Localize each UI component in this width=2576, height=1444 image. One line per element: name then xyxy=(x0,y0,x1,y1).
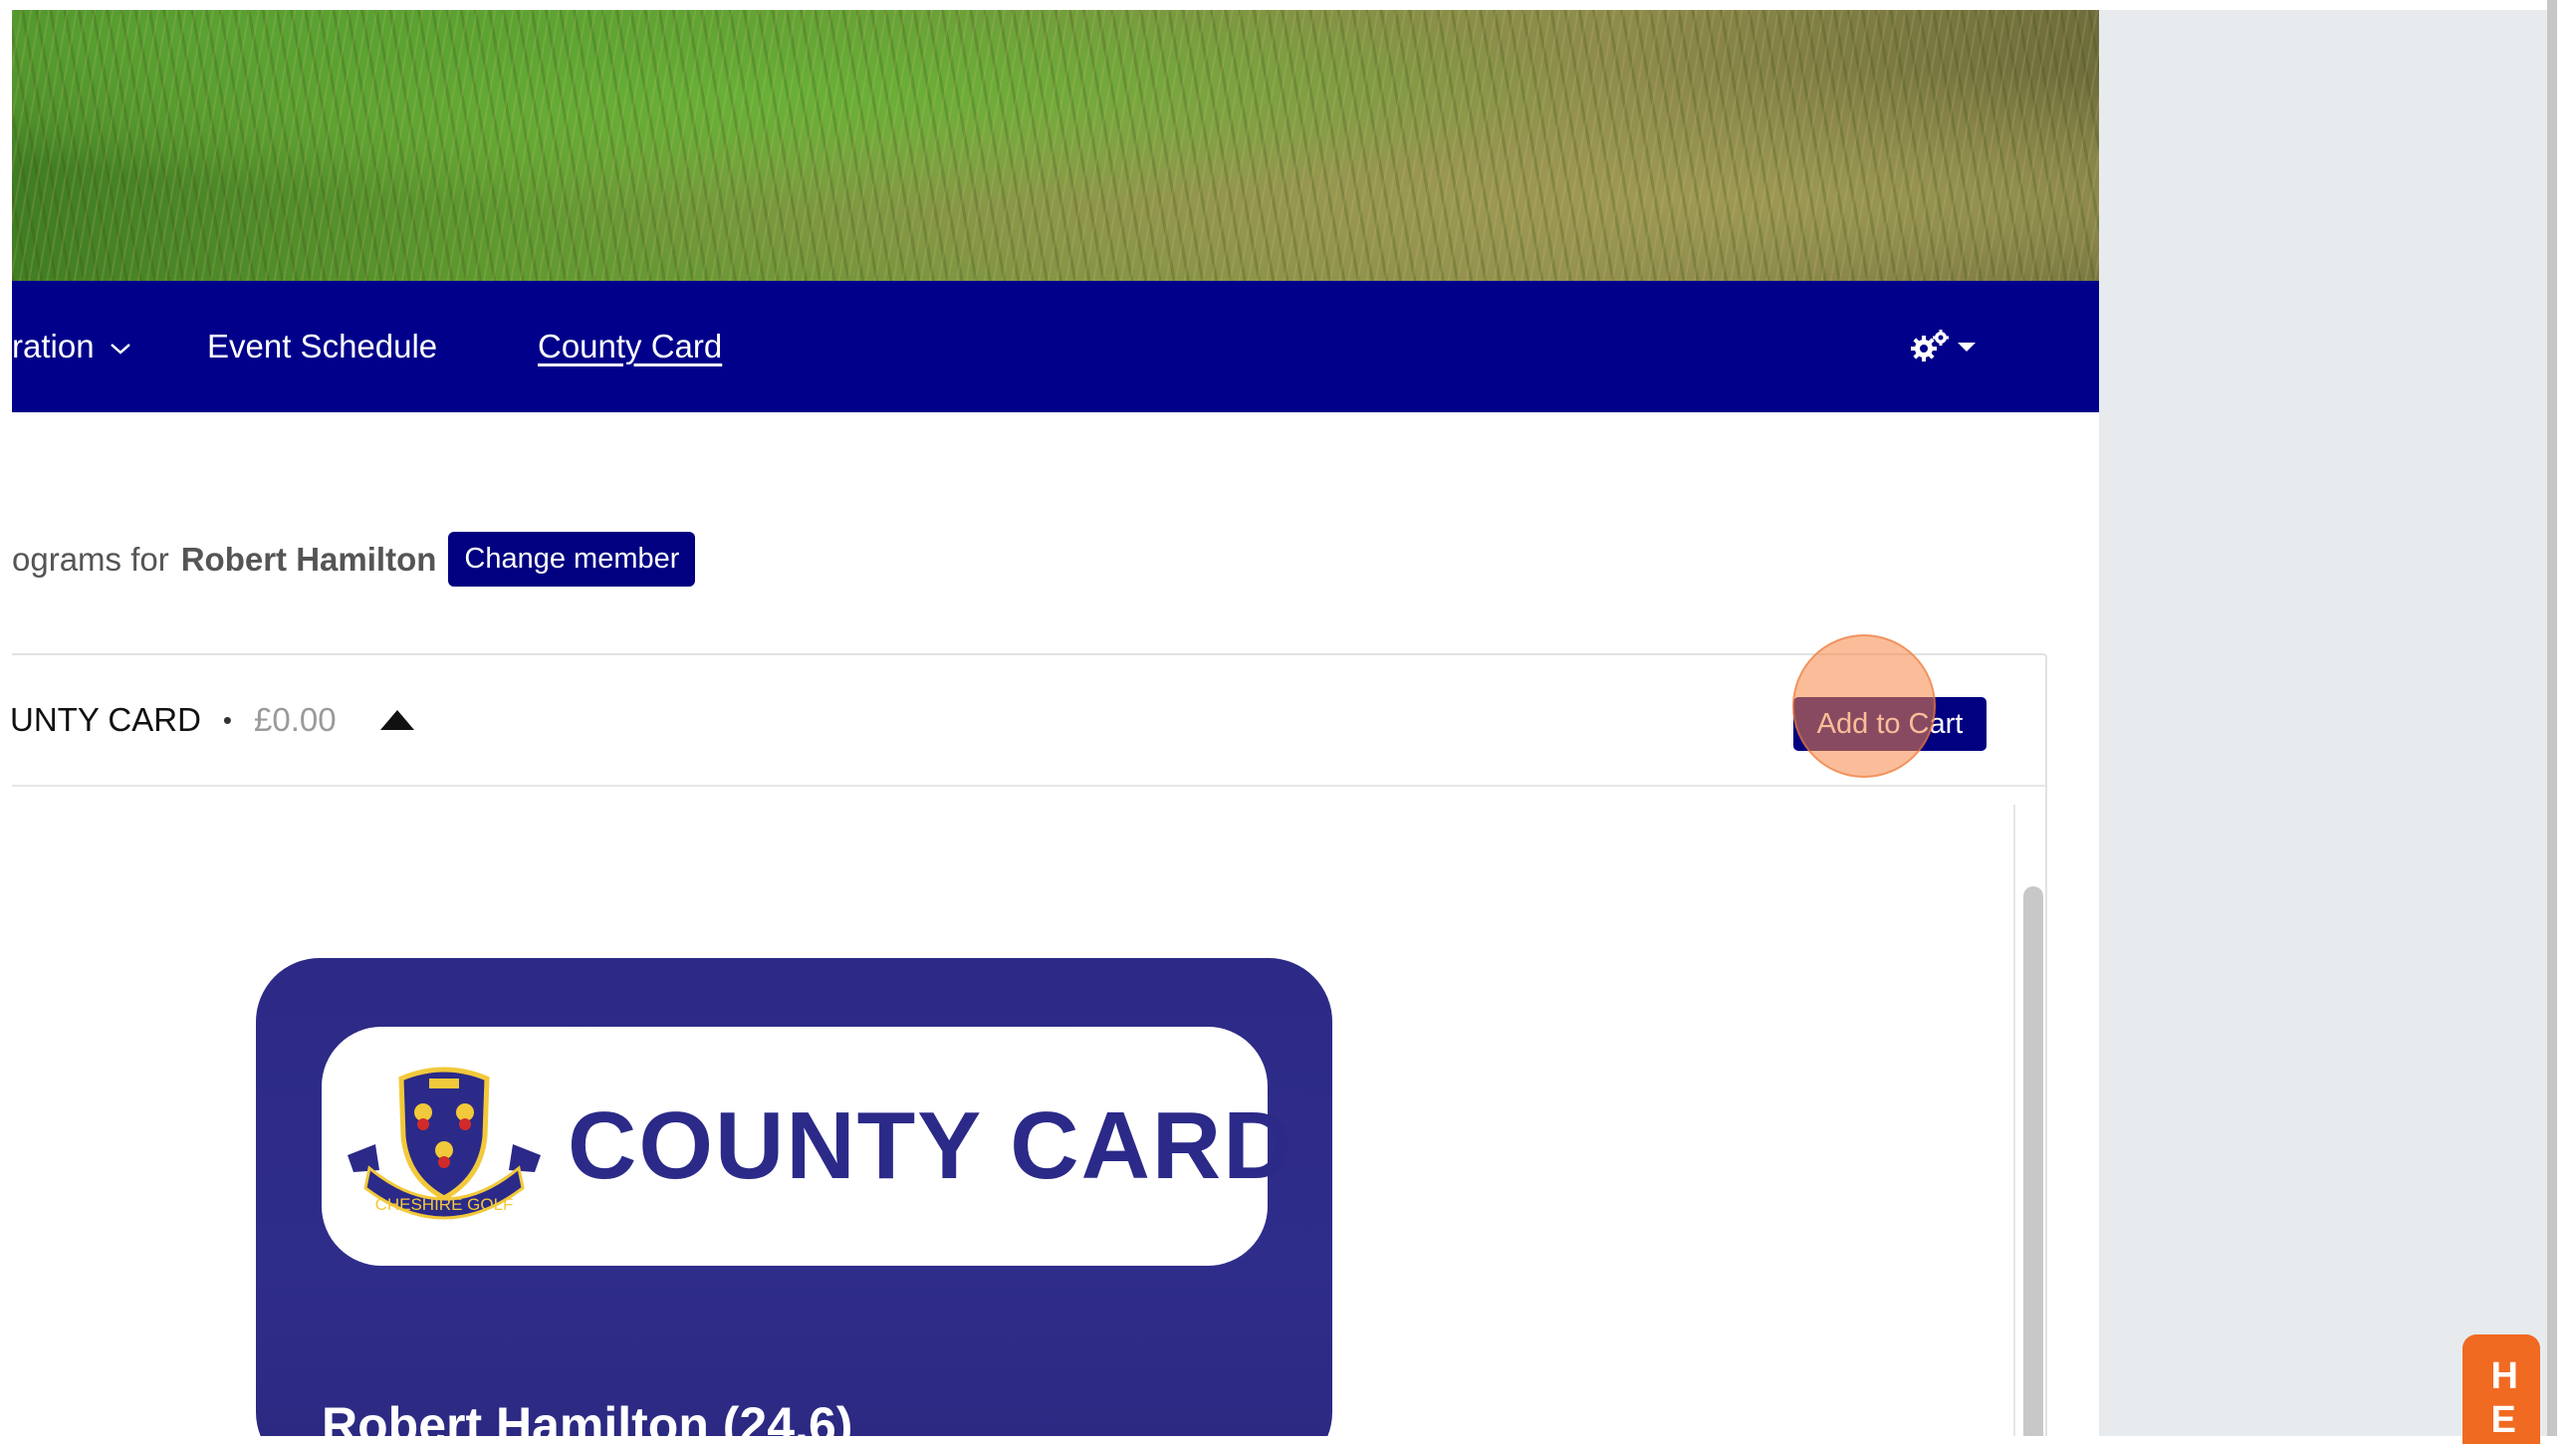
add-to-cart-button[interactable]: Add to Cart xyxy=(1793,697,1987,751)
crest-text: CHESHIRE GOLF xyxy=(375,1195,514,1214)
member-line: ograms for Robert Hamilton Change member xyxy=(12,532,696,587)
change-member-button[interactable]: Change member xyxy=(448,532,696,587)
member-name: Robert Hamilton xyxy=(180,540,437,578)
help-tab[interactable]: HE xyxy=(2462,1334,2540,1444)
program-title: UNTY CARD • £0.00 xyxy=(12,701,414,739)
cheshire-golf-crest-icon: CHESHIRE GOLF xyxy=(348,1067,541,1220)
collapse-arrow-icon[interactable] xyxy=(379,710,414,730)
nav-item-event-schedule[interactable]: Event Schedule xyxy=(207,328,437,365)
settings-menu-button[interactable] xyxy=(1910,329,1976,364)
program-separator: • xyxy=(222,704,233,735)
program-price: £0.00 xyxy=(254,701,337,738)
member-prefix-text: ograms for xyxy=(12,540,169,578)
county-card-banner: CHESHIRE GOLF COUNTY CARD xyxy=(322,1027,1292,1266)
card-holder-name: Robert Hamilton (24.6) xyxy=(322,1397,853,1436)
chevron-down-icon xyxy=(110,344,130,355)
side-panel xyxy=(2099,10,2547,1436)
caret-down-icon xyxy=(1958,343,1976,352)
program-header[interactable]: UNTY CARD • £0.00 Add to Cart xyxy=(12,655,2045,787)
county-card-image: CHESHIRE GOLF COUNTY CARD Robert Hamilto… xyxy=(256,958,1332,1436)
nav-item-county-card[interactable]: County Card xyxy=(538,328,722,365)
hero-banner-image xyxy=(12,10,2099,281)
help-tab-label: HE xyxy=(2490,1355,2518,1441)
gear-icon xyxy=(1911,330,1949,361)
main-navbar: ration Event Schedule County Card xyxy=(12,281,2099,412)
program-name: UNTY CARD xyxy=(12,701,201,738)
nav-item-registration-label: ration xyxy=(12,328,95,364)
county-card-title: COUNTY CARD xyxy=(568,1092,1294,1199)
nav-item-registration[interactable]: ration xyxy=(12,328,131,365)
page-viewport: ration Event Schedule County Card ograms… xyxy=(12,10,2099,1436)
panel-scrollbar-thumb[interactable] xyxy=(2023,886,2043,1436)
panel-scroll-track xyxy=(2013,805,2015,1436)
page-scrollbar[interactable] xyxy=(2547,0,2557,1436)
